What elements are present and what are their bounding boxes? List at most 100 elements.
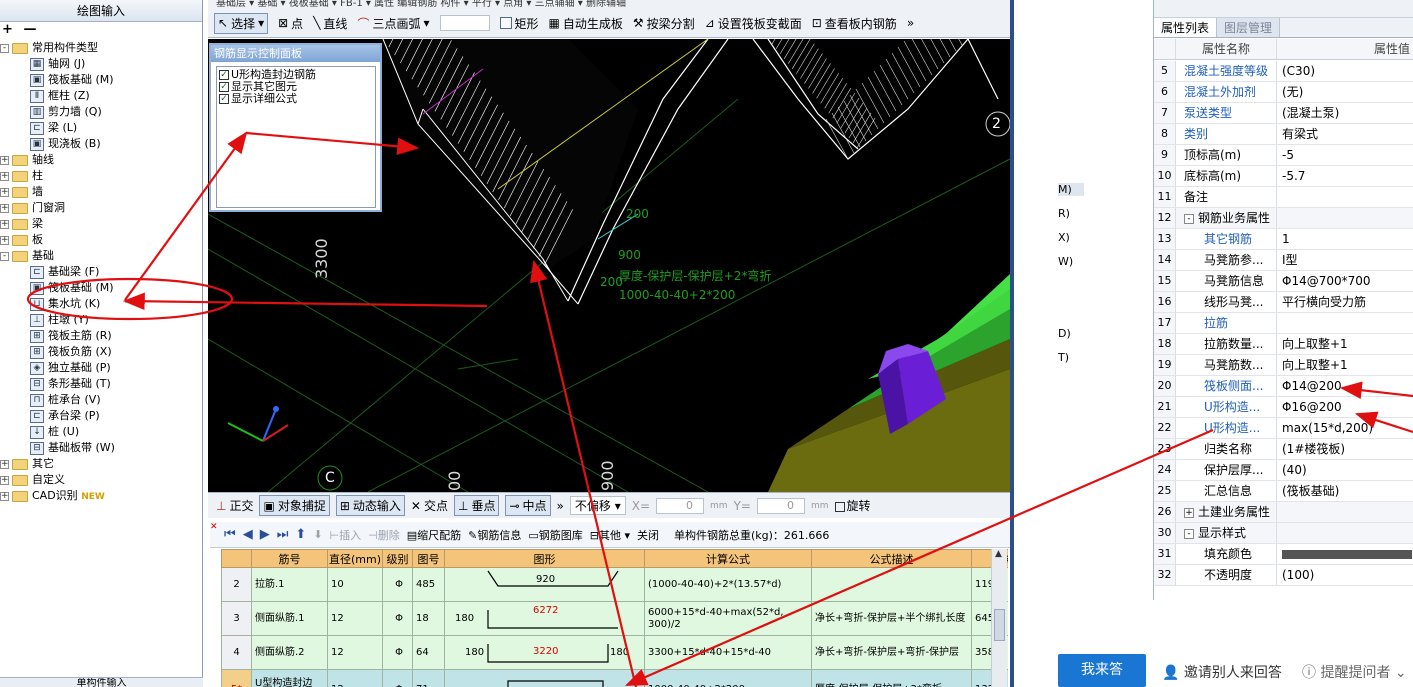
tree-item[interactable]: ↓ 桩 (U): [0, 424, 202, 440]
rebar-name-cell[interactable]: U型构造封边筋.1: [251, 669, 328, 687]
property-value[interactable]: [1277, 313, 1413, 333]
expand-all-icon[interactable]: +: [2, 22, 13, 37]
shape-cell[interactable]: 180 6272: [444, 601, 645, 636]
snap-toolbar-overflow[interactable]: »: [557, 499, 564, 513]
figure-number-cell[interactable]: 64: [412, 635, 445, 670]
midpoint-snap-button[interactable]: ⊸ 中点: [505, 495, 551, 516]
tree-item[interactable]: ⊏ 梁 (L): [0, 120, 202, 136]
y-coord-input[interactable]: 0: [756, 497, 805, 514]
property-value[interactable]: -5.7: [1277, 166, 1413, 186]
property-row[interactable]: 8 类别 有梁式: [1154, 124, 1413, 145]
property-value[interactable]: [1277, 523, 1413, 543]
tab-property-list[interactable]: 属性列表: [1154, 18, 1218, 37]
tree-item[interactable]: ▥ 剪力墙 (Q): [0, 104, 202, 120]
property-value[interactable]: Φ14@700*700: [1277, 271, 1413, 291]
property-value[interactable]: (1#楼筏板): [1277, 439, 1413, 459]
collapse-icon[interactable]: -: [1184, 213, 1194, 224]
scroll-thumb[interactable]: [994, 609, 1005, 641]
tree-item[interactable]: + 柱: [0, 168, 202, 184]
point-button[interactable]: ⊠ 点: [278, 15, 303, 32]
scroll-up-icon[interactable]: ▲: [995, 549, 1002, 559]
collapse-icon[interactable]: -: [0, 251, 9, 261]
arc-button[interactable]: ⌒ 三点画弧 ▾: [357, 15, 429, 32]
formula-cell[interactable]: 3300+15*d-40+15*d-40: [644, 635, 812, 670]
tree-item[interactable]: + 其它: [0, 456, 202, 472]
grade-cell[interactable]: Φ: [382, 635, 413, 670]
layer-selector-strip[interactable]: 基础层 ▾ 基础 ▾ 筏板基础 ▾ FB-1 ▾ 属性 编辑钢筋 构件 ▾ 平行…: [208, 0, 1010, 10]
tree-item[interactable]: ▦ 轴网 (J): [0, 56, 202, 72]
table-row[interactable]: 4 侧面纵筋.2 12 Φ 64 180 3220 180 3300+15*d-40+15*d-…: [221, 635, 1008, 670]
property-value[interactable]: Φ16@200: [1277, 397, 1413, 417]
row-number[interactable]: 5*: [221, 669, 252, 687]
tree-item[interactable]: + 板: [0, 232, 202, 248]
property-value[interactable]: [1277, 544, 1413, 564]
close-button[interactable]: 关闭: [637, 527, 659, 543]
control-option[interactable]: ✓ 显示详细公式: [219, 93, 373, 105]
first-record-icon[interactable]: ⏮: [224, 527, 236, 542]
property-row[interactable]: 20 筏板侧面... Φ14@200: [1154, 376, 1413, 397]
expand-icon[interactable]: +: [0, 171, 9, 181]
property-value[interactable]: (混凝土泵): [1277, 103, 1413, 123]
property-value[interactable]: 向上取整+1: [1277, 355, 1413, 375]
checkbox-icon[interactable]: ✓: [219, 82, 229, 92]
column-header[interactable]: [221, 549, 252, 568]
property-value[interactable]: Ⅰ型: [1277, 250, 1413, 270]
property-row[interactable]: 14 马凳筋参... Ⅰ型: [1154, 250, 1413, 271]
diameter-cell[interactable]: 12: [327, 635, 383, 670]
property-row[interactable]: 25 汇总信息 (筏板基础): [1154, 481, 1413, 502]
toolbar-overflow[interactable]: »: [907, 16, 914, 30]
property-value[interactable]: (100): [1277, 565, 1413, 585]
tree-item[interactable]: + 轴线: [0, 152, 202, 168]
panel-close-icon[interactable]: ✕: [210, 522, 218, 532]
property-row[interactable]: 10 底标高(m) -5.7: [1154, 166, 1413, 187]
rebar-name-cell[interactable]: 侧面纵筋.1: [251, 601, 328, 636]
property-value[interactable]: (C30): [1277, 61, 1413, 81]
grade-cell[interactable]: Φ: [382, 567, 413, 602]
diameter-cell[interactable]: 10: [327, 567, 383, 602]
rebar-library-button[interactable]: ▭钢筋图库: [528, 527, 582, 543]
grade-cell[interactable]: Φ: [382, 669, 413, 687]
shape-cell[interactable]: 920: [444, 567, 645, 602]
collapse-icon[interactable]: -: [1184, 528, 1194, 539]
tree-item[interactable]: ⊏ 基础梁 (F): [0, 264, 202, 280]
single-component-input-tab[interactable]: 单构件输入: [0, 677, 203, 687]
column-header[interactable]: 图号: [412, 549, 445, 568]
expand-icon[interactable]: +: [0, 459, 9, 469]
column-header[interactable]: 计算公式: [644, 549, 812, 568]
table-row[interactable]: 2 拉筋.1 10 Φ 485 920 (1000-40-40)+2*(13.57*d) 11…: [221, 567, 1008, 602]
property-value[interactable]: -5: [1277, 145, 1413, 165]
table-scrollbar[interactable]: ▲: [991, 549, 1007, 687]
shape-cell[interactable]: 180 3220 180: [444, 635, 645, 670]
rebar-name-cell[interactable]: 侧面纵筋.2: [251, 635, 328, 670]
property-value[interactable]: [1277, 502, 1413, 522]
tree-item[interactable]: ⊞ 筏板负筋 (X): [0, 344, 202, 360]
table-row[interactable]: 3 侧面纵筋.1 12 Φ 18 180 6272 6000+15*d-40+max(52*d…: [221, 601, 1008, 636]
property-row[interactable]: 9 顶标高(m) -5: [1154, 145, 1413, 166]
prev-record-icon[interactable]: ◀: [243, 527, 253, 542]
row-number[interactable]: 3: [221, 601, 252, 636]
property-row[interactable]: 11 备注: [1154, 187, 1413, 208]
property-row[interactable]: 15 马凳筋信息 Φ14@700*700: [1154, 271, 1413, 292]
row-number[interactable]: 4: [221, 635, 252, 670]
answer-button[interactable]: 我来答: [1058, 654, 1146, 687]
next-record-icon[interactable]: ▶: [260, 527, 270, 542]
property-value[interactable]: (40): [1277, 460, 1413, 480]
property-value[interactable]: [1277, 208, 1413, 228]
rebar-info-button[interactable]: ✎钢筋信息: [468, 527, 521, 543]
move-down-icon[interactable]: ⬇: [313, 528, 322, 541]
property-row[interactable]: 5 混凝土强度等级 (C30): [1154, 61, 1413, 82]
column-header[interactable]: 公式描述: [811, 549, 972, 568]
property-row[interactable]: 31 填充颜色: [1154, 544, 1413, 565]
property-row[interactable]: 7 泵送类型 (混凝土泵): [1154, 103, 1413, 124]
figure-number-cell[interactable]: 71: [412, 669, 445, 687]
split-by-beam-button[interactable]: ⚒ 按梁分割: [633, 15, 695, 32]
view-slab-rebar-button[interactable]: ⊡ 查看板内钢筋: [812, 15, 897, 32]
tree-item[interactable]: ▣ 现浇板 (B): [0, 136, 202, 152]
table-row[interactable]: 5*U型构造封边筋.112Φ719202001000-40-40+2*200厚度…: [221, 669, 1008, 687]
property-value[interactable]: Φ14@200: [1277, 376, 1413, 396]
last-record-icon[interactable]: ⏭: [277, 527, 289, 542]
collapse-icon[interactable]: -: [0, 43, 9, 53]
property-row[interactable]: 24 保护层厚... (40): [1154, 460, 1413, 481]
tree-item[interactable]: ▣ 筏板基础 (M): [0, 72, 202, 88]
select-button[interactable]: ↖ 选择 ▾: [214, 12, 269, 34]
